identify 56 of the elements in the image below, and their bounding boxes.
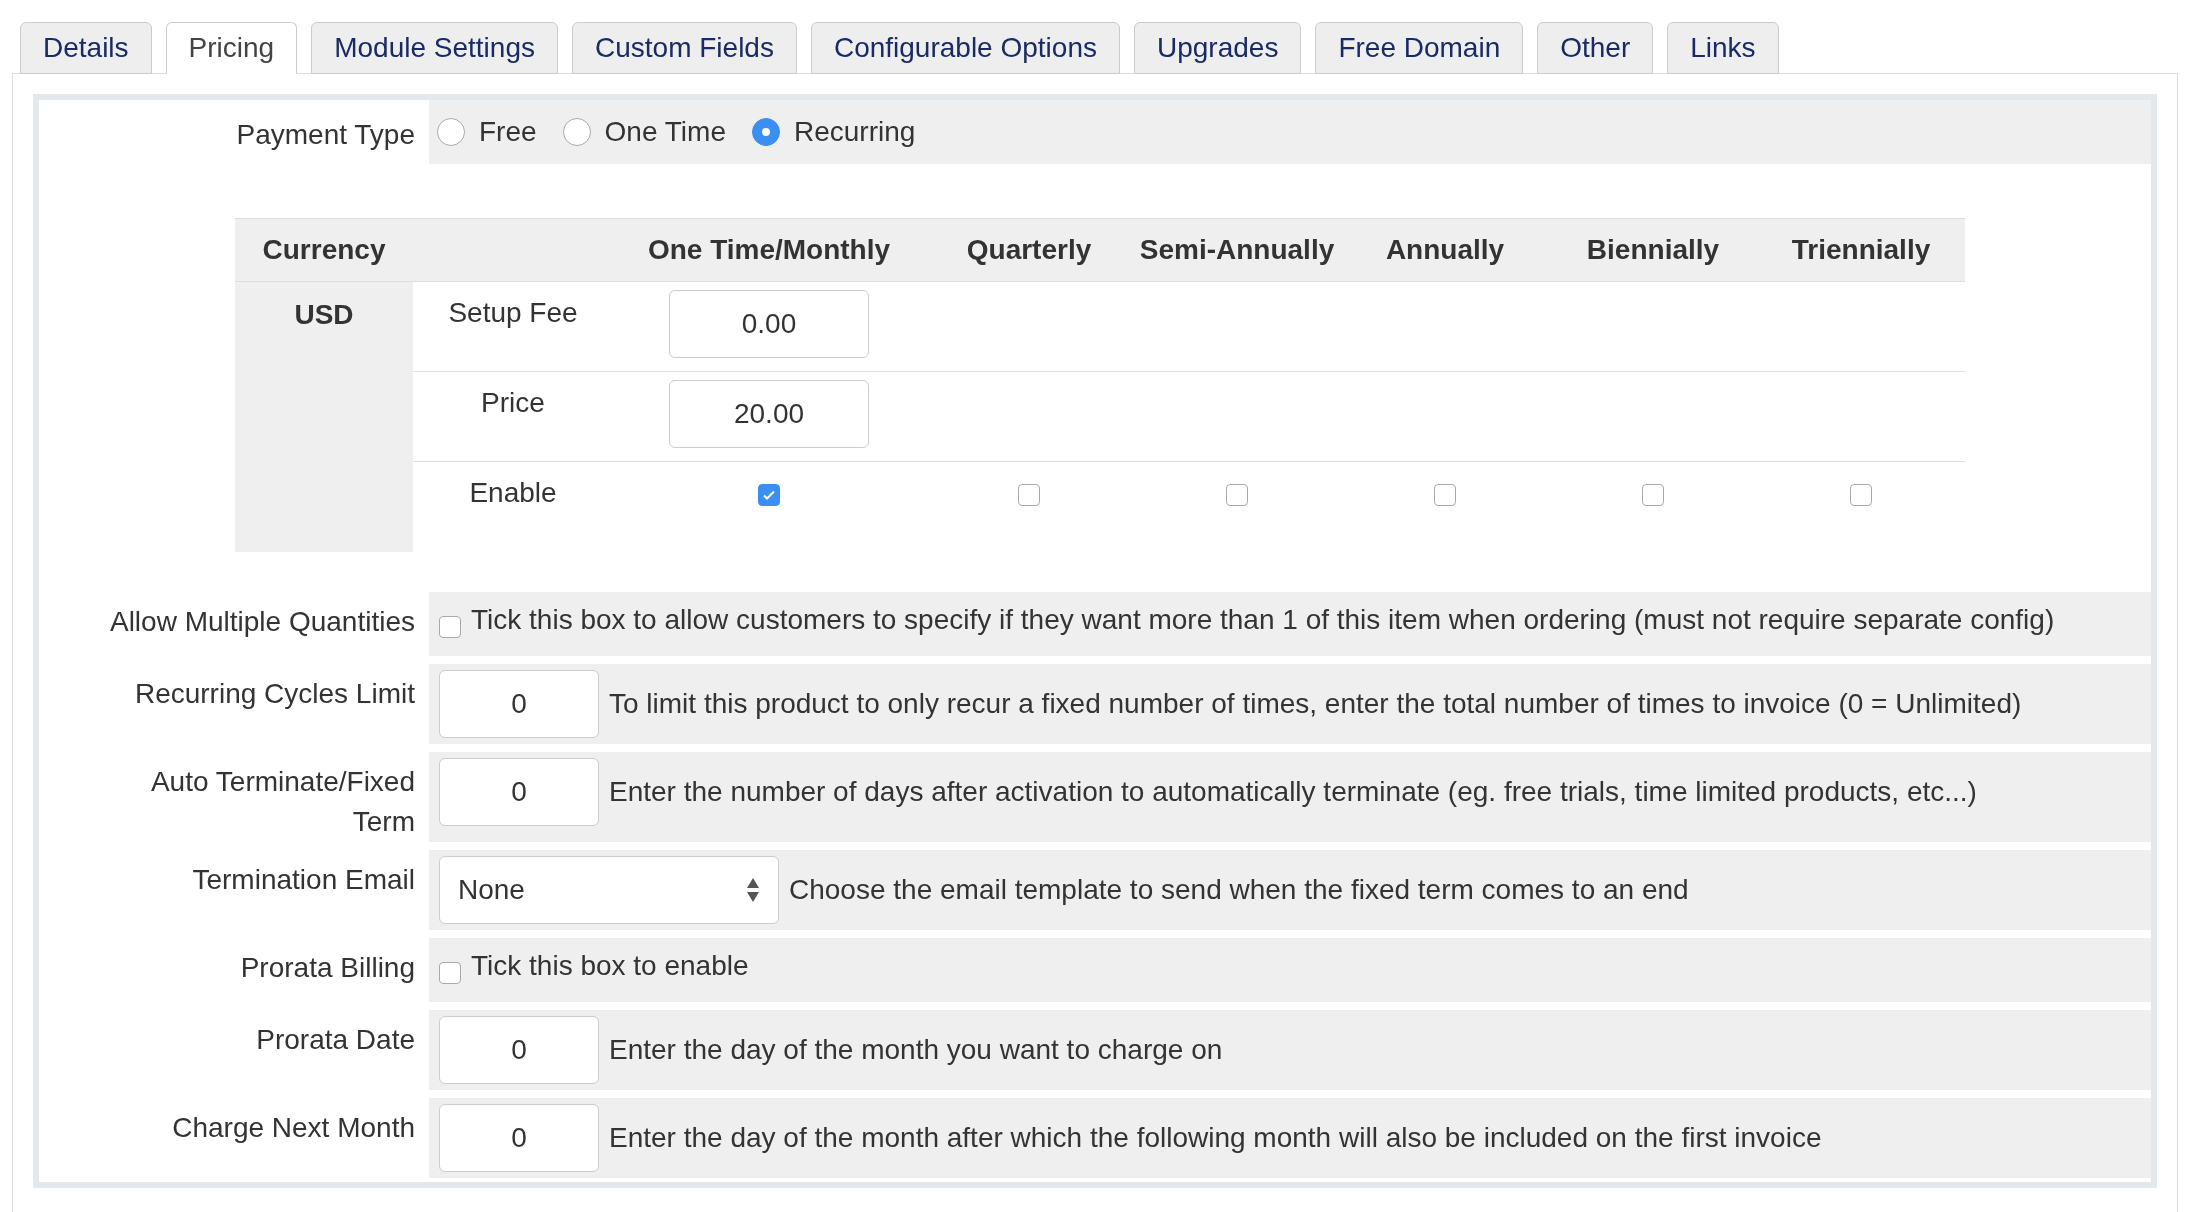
tab[interactable]: Free Domain: [1315, 22, 1524, 74]
field-label: Allow Multiple Quantities: [108, 605, 416, 639]
checkbox[interactable]: [439, 616, 461, 638]
checkbox[interactable]: [1642, 484, 1664, 506]
field-description: Enter the day of the month you want to charge on: [609, 1033, 1223, 1067]
price-input[interactable]: 0.00: [669, 290, 869, 358]
tab[interactable]: Pricing: [165, 22, 298, 74]
checkbox[interactable]: [758, 484, 780, 506]
row-label: Price: [480, 386, 546, 420]
field-label: Charge Next Month: [171, 1111, 416, 1145]
field-label: Recurring Cycles Limit: [133, 677, 416, 711]
tab[interactable]: Custom Fields: [572, 22, 797, 74]
checkbox[interactable]: [1434, 484, 1456, 506]
tab[interactable]: Details: [20, 22, 152, 74]
radio-button[interactable]: [437, 118, 465, 146]
column-header: Biennially: [1585, 233, 1721, 267]
tab[interactable]: Configurable Options: [810, 22, 1120, 74]
radio-button[interactable]: [562, 118, 591, 146]
field-label: Prorata Date: [255, 1023, 416, 1057]
field-description: Enter the number of days after activation to automatically terminate (eg. free trials, time limited products, etc...): [609, 775, 1977, 809]
sort-arrows-icon: [746, 877, 760, 903]
radio-option[interactable]: Recurring: [751, 111, 916, 153]
currency-cell: USD: [235, 282, 413, 552]
field-label: Termination Email: [191, 863, 416, 897]
tab[interactable]: Upgrades: [1133, 22, 1302, 74]
checkbox[interactable]: [439, 962, 461, 984]
select-dropdown[interactable]: None: [439, 856, 779, 924]
row-label: Setup Fee: [447, 296, 579, 330]
column-header: One Time/Monthly: [646, 233, 892, 267]
column-header: Quarterly: [965, 233, 1093, 267]
column-header: Currency: [261, 233, 387, 267]
price-input[interactable]: 20.00: [669, 380, 869, 448]
number-input[interactable]: 0: [439, 1104, 599, 1172]
checkbox[interactable]: [1850, 484, 1872, 506]
tab[interactable]: Other: [1537, 22, 1654, 74]
field-label: Prorata Billing: [239, 951, 416, 985]
number-input[interactable]: 0: [439, 670, 599, 738]
field-description: Choose the email template to send when the fixed term comes to an end: [789, 873, 1689, 907]
checkbox[interactable]: [1018, 484, 1040, 506]
column-header: Annually: [1384, 233, 1506, 267]
tab[interactable]: Module Settings: [311, 22, 558, 74]
radio-option[interactable]: Free: [437, 111, 537, 153]
number-input[interactable]: 0: [439, 758, 599, 826]
column-header: Triennially: [1790, 233, 1932, 267]
radio-button[interactable]: [751, 118, 780, 146]
column-header: Semi-Annually: [1138, 233, 1336, 267]
radio-option[interactable]: One Time: [562, 111, 726, 153]
tab[interactable]: Links: [1667, 22, 1779, 74]
field-description: To limit this product to only recur a fixed number of times, enter the total number of times to invoice (0 = Unlimited): [609, 687, 2022, 721]
row-label: Enable: [468, 476, 558, 510]
field-description: Tick this box to allow customers to specify if they want more than 1 of this item when ordering (must not require separate config): [471, 603, 2055, 637]
field-label: Auto Terminate/Fixed Term: [149, 765, 416, 839]
checkbox[interactable]: [1226, 484, 1248, 506]
field-description: Tick this box to enable: [471, 949, 749, 983]
field-description: Enter the day of the month after which the following month will also be included on the first invoice: [609, 1121, 1822, 1155]
number-input[interactable]: 0: [439, 1016, 599, 1084]
